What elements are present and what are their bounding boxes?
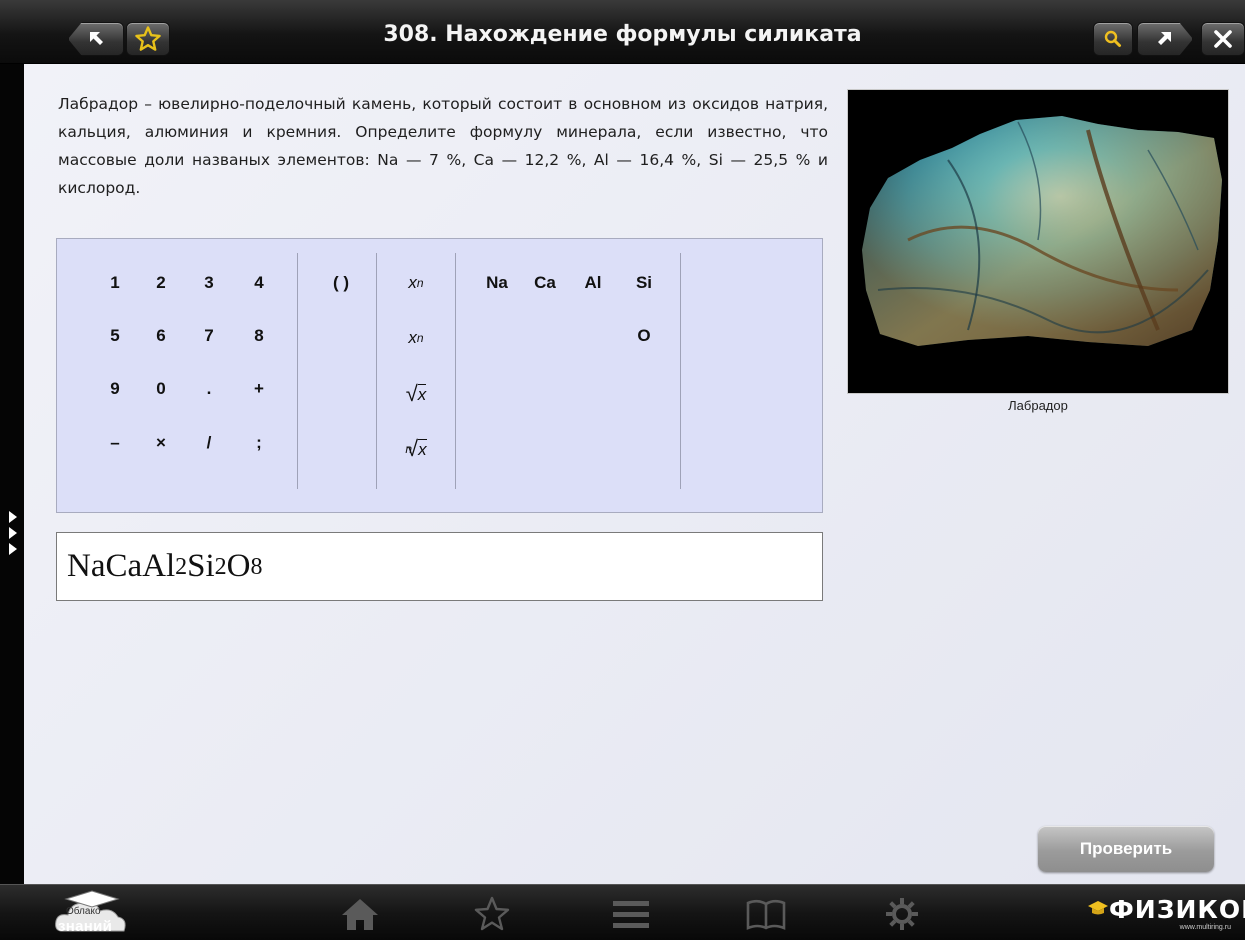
triangle-right-icon [9,527,17,539]
photo-caption: Лабрадор [1008,398,1068,413]
key-8[interactable]: 8 [241,319,277,353]
keypad-divider [376,253,377,489]
bottom-bar: Облако знаний ФИЗИКОН www.multiring.ru [0,884,1245,940]
key-0[interactable]: 0 [143,372,179,406]
cloud-logo-small-text: Облако [66,906,101,917]
arrow-up-left-icon [90,32,103,45]
key-plus[interactable]: + [241,372,277,406]
key-1[interactable]: 1 [97,266,133,300]
brand-name: ФИЗИКОН [1109,895,1245,924]
page-title: 308. Нахождение формулы силиката [383,22,862,47]
top-bar: 308. Нахождение формулы силиката [0,0,1245,64]
problem-text: Лабрадор – ювелирно-поделочный камень, к… [58,95,828,197]
labradorite-photo [847,89,1229,394]
arrow-up-right-icon [1154,28,1176,50]
keypad-divider [297,253,298,489]
close-button[interactable] [1201,22,1245,56]
key-minus[interactable]: – [97,426,133,460]
close-icon [1214,30,1232,48]
star-icon [135,26,161,51]
key-element-al[interactable]: Al [575,266,611,300]
graduation-cap-icon [1088,901,1108,915]
book-icon[interactable] [744,895,788,933]
search-button[interactable] [1093,22,1133,56]
triangle-right-icon [9,543,17,555]
key-multiply[interactable]: × [143,426,179,460]
key-element-na[interactable]: Na [479,266,515,300]
key-4[interactable]: 4 [241,266,277,300]
search-icon [1104,30,1121,47]
key-parentheses[interactable]: ( ) [321,266,361,300]
gear-icon[interactable] [880,895,924,933]
key-element-o[interactable]: O [626,319,662,353]
menu-icon[interactable] [609,895,653,933]
key-6[interactable]: 6 [143,319,179,353]
favorite-button[interactable] [126,22,170,56]
triangle-right-icon [9,511,17,523]
side-panel-strip [0,64,24,884]
key-semicolon[interactable]: ; [241,426,277,460]
key-dot[interactable]: . [191,372,227,406]
key-divide[interactable]: / [191,426,227,460]
cloud-logo-text: знаний [58,918,113,935]
brand-url: www.multiring.ru [1179,924,1231,931]
key-2[interactable]: 2 [143,266,179,300]
key-element-ca[interactable]: Ca [527,266,563,300]
keypad-divider [455,253,456,489]
key-element-si[interactable]: Si [626,266,662,300]
key-7[interactable]: 7 [191,319,227,353]
key-5[interactable]: 5 [97,319,133,353]
main-content: Лабрадор – ювелирно-поделочный камень, к… [24,64,1245,884]
home-icon[interactable] [338,895,382,933]
check-button[interactable]: Проверить [1038,826,1214,872]
key-3[interactable]: 3 [191,266,227,300]
physicon-logo: ФИЗИКОН www.multiring.ru [1087,892,1245,932]
side-panel-toggle[interactable] [9,511,19,559]
key-subscript[interactable]: xn [391,261,441,305]
keypad-divider [680,253,681,489]
key-nth-root[interactable]: n √ x [391,427,441,471]
answer-field[interactable]: NaCaAl 2 Si 2 O 8 [56,532,823,601]
key-9[interactable]: 9 [97,372,133,406]
star-icon[interactable] [470,895,514,933]
formula-keypad: 1 2 3 4 5 6 7 8 9 0 . + – × / ; ( ) xn x… [56,238,823,513]
key-power[interactable]: xn [391,316,441,360]
key-sqrt[interactable]: √ x [391,372,441,416]
